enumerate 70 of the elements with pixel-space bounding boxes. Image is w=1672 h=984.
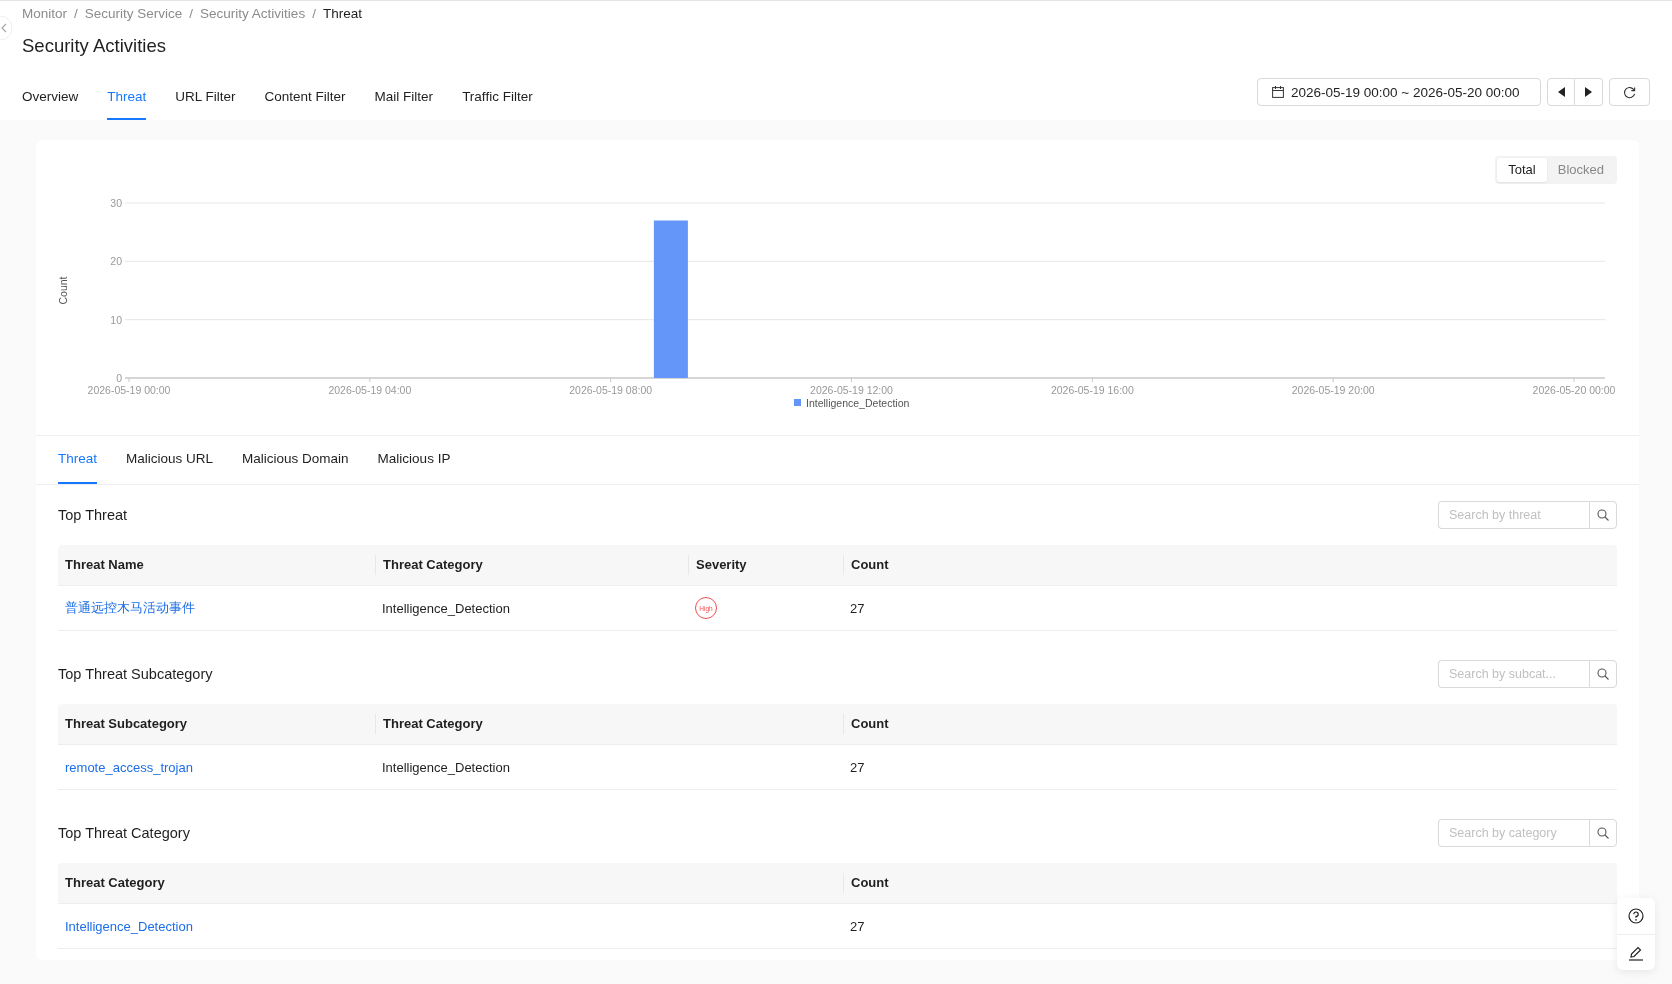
calendar-icon (1272, 86, 1284, 98)
search-field[interactable]: Search by threat (1438, 501, 1589, 529)
tab[interactable]: Malicious URL (126, 436, 214, 484)
column-header: Threat Category (64, 874, 166, 892)
breadcrumb-item[interactable]: Monitor (22, 5, 67, 23)
breadcrumb-separator: / (312, 5, 316, 23)
tab[interactable]: Overview (22, 76, 79, 120)
pencil-icon (1628, 944, 1644, 961)
column-header: Count (843, 555, 1617, 575)
tab[interactable]: Mail Filter (374, 76, 434, 120)
search-button[interactable] (1589, 660, 1617, 688)
column-header: Threat Category (375, 555, 688, 575)
axis-label: 2026-05-19 16:00 (1050, 384, 1134, 396)
tab[interactable]: Content Filter (264, 76, 346, 120)
axis-label: 0 (116, 372, 122, 384)
section-title: Top Threat Subcategory (58, 666, 213, 682)
search-button[interactable] (1589, 501, 1617, 529)
refresh-button[interactable] (1609, 78, 1650, 106)
table-cell-text: 27 (849, 600, 866, 616)
help-icon (1628, 908, 1644, 924)
search-button[interactable] (1589, 819, 1617, 847)
tab[interactable]: URL Filter (175, 76, 236, 120)
column-header: Threat Subcategory (64, 715, 189, 733)
table-cell-text: Intelligence_Detection (381, 600, 511, 616)
column-header: Count (843, 873, 1617, 893)
search-icon (1597, 509, 1609, 521)
legend-label[interactable]: Intelligence_Detection (806, 396, 910, 409)
axis-label: 2026-05-19 12:00 (810, 384, 893, 396)
table-link[interactable]: Intelligence_Detection (58, 918, 843, 934)
axis-label: 2026-05-19 00:00 (87, 384, 171, 396)
tab[interactable]: Threat (58, 436, 98, 484)
previous-button[interactable] (1547, 78, 1575, 106)
table-cell-text: 27 (849, 918, 866, 934)
breadcrumb-item[interactable]: Security Activities (200, 5, 306, 23)
column-header: Threat Category (375, 714, 843, 734)
table-link[interactable]: remote_access_trojan (58, 759, 375, 775)
table-cell-text: Intelligence_Detection (381, 759, 511, 775)
date-range-picker[interactable]: 2026-05-19 00:00 ~ 2026-05-20 00:00 (1257, 78, 1541, 106)
column-header: Count (843, 714, 1617, 734)
refresh-icon (1623, 85, 1636, 99)
right-triangle-icon (1585, 87, 1592, 97)
page-title: Security Activities (22, 34, 167, 58)
breadcrumb-separator: / (189, 5, 194, 23)
axis-label: 2026-05-20 00:00 (1532, 384, 1616, 396)
search-field[interactable]: Search by category (1438, 819, 1589, 847)
section-title: Top Threat Category (58, 825, 190, 841)
next-button[interactable] (1575, 78, 1603, 106)
tab[interactable]: Malicious IP (377, 436, 451, 484)
column-header: Threat Name (64, 556, 145, 574)
tab[interactable]: Malicious Domain (242, 436, 349, 484)
tab[interactable]: Traffic Filter (462, 76, 533, 120)
breadcrumb-separator: / (74, 5, 78, 23)
search-field[interactable]: Search by subcat... (1438, 660, 1589, 688)
axis-label: 2026-05-19 20:00 (1291, 384, 1375, 396)
column-header: Severity (688, 555, 843, 575)
left-triangle-icon (1557, 87, 1565, 97)
axis-label: 2026-05-19 08:00 (569, 384, 653, 396)
tab[interactable]: Threat (107, 76, 147, 120)
section-title: Top Threat (58, 507, 128, 523)
table-cell-text: 27 (849, 759, 866, 775)
axis-label: 2026-05-19 04:00 (328, 384, 412, 396)
search-icon (1597, 827, 1609, 839)
axis-label: 30 (110, 197, 122, 209)
axis-title: Count (57, 276, 69, 305)
table-link[interactable]: 普通远控木马活动事件 (58, 599, 375, 617)
search-icon (1597, 668, 1609, 680)
segment-option[interactable]: Total (1497, 158, 1547, 182)
axis-label: 10 (110, 313, 122, 326)
axis-label: 20 (110, 255, 122, 268)
breadcrumb-item: Threat (322, 5, 362, 23)
